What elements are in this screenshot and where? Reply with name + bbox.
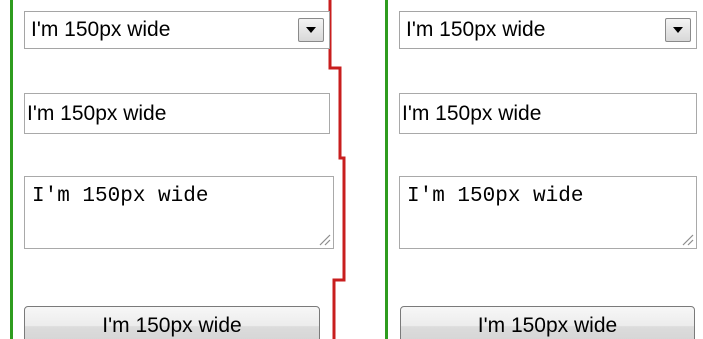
right-select[interactable]: I'm 150px wide — [399, 11, 697, 49]
left-select[interactable]: I'm 150px wide — [24, 11, 330, 49]
form-width-comparison: I'm 150px wide I'm 150px wide I'm 150px … — [0, 0, 703, 339]
chevron-down-icon[interactable] — [298, 18, 324, 42]
left-textarea[interactable]: I'm 150px wide — [24, 176, 334, 249]
right-text-input[interactable] — [399, 93, 697, 134]
left-text-input[interactable] — [24, 93, 330, 134]
left-button[interactable]: I'm 150px wide — [24, 306, 320, 339]
left-guide-line — [10, 0, 13, 339]
right-guide-line — [385, 0, 388, 339]
right-textarea[interactable]: I'm 150px wide — [399, 176, 697, 249]
right-select-value: I'm 150px wide — [406, 18, 546, 41]
left-select-value: I'm 150px wide — [31, 18, 171, 41]
resize-grip-icon[interactable] — [681, 233, 695, 247]
chevron-down-icon[interactable] — [665, 18, 691, 42]
right-button[interactable]: I'm 150px wide — [400, 306, 695, 339]
overflow-line — [328, 0, 346, 339]
resize-grip-icon[interactable] — [318, 233, 332, 247]
